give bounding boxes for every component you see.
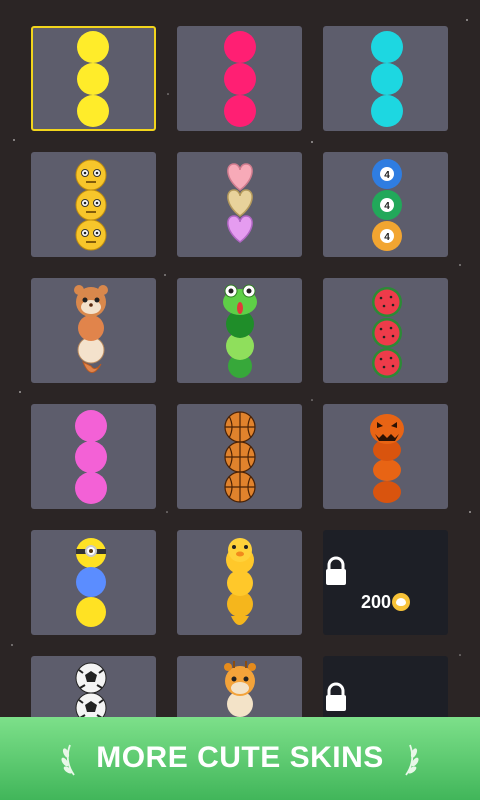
skin-card-squirrel[interactable]: [31, 278, 156, 383]
heart-snake-icon: [227, 163, 253, 243]
skin-card-emoji-faces[interactable]: [31, 152, 156, 257]
skin-card-duck[interactable]: [177, 530, 302, 635]
skin-card-locked[interactable]: 200: [323, 530, 448, 635]
skin-card-watermelon[interactable]: [323, 278, 448, 383]
skin-card-frog[interactable]: [177, 278, 302, 383]
pink-snake-icon: [224, 31, 256, 127]
skin-card-pumpkins[interactable]: [323, 404, 448, 509]
magenta-snake-icon: [75, 410, 107, 504]
skin-card-pink-balls[interactable]: [177, 26, 302, 131]
skin-price: 200: [323, 592, 448, 613]
svg-text:4: 4: [384, 201, 390, 212]
price-value: 200: [360, 592, 392, 612]
billiard-ball-snake-icon: 4 4 4: [372, 159, 402, 251]
cyan-snake-icon: [371, 31, 403, 127]
frog-snake-icon: [223, 284, 257, 378]
skin-card-cyan-balls[interactable]: [323, 26, 448, 131]
skin-card-minion[interactable]: [31, 530, 156, 635]
minion-snake-icon: [76, 538, 106, 627]
skin-card-magenta-balls[interactable]: [31, 404, 156, 509]
svg-text:4: 4: [384, 232, 390, 243]
watermelon-snake-icon: [372, 287, 402, 378]
svg-text:4: 4: [384, 170, 390, 181]
laurel-right-icon: [405, 744, 419, 776]
skin-card-basketballs[interactable]: [177, 404, 302, 509]
skin-card-hearts[interactable]: [177, 152, 302, 257]
skin-card-billiard-balls[interactable]: 4 4 4: [323, 152, 448, 257]
basketball-snake-icon: [224, 411, 256, 503]
coin-heart-icon: [392, 593, 411, 611]
squirrel-snake-icon: [74, 285, 108, 373]
skin-card-yellow-balls[interactable]: [31, 26, 156, 131]
pumpkin-snake-icon: [370, 414, 404, 503]
skin-grid: 4 4 4 200: [0, 0, 480, 800]
yellow-snake-icon: [77, 31, 109, 127]
more-skins-banner[interactable]: MORE CUTE SKINS: [0, 717, 480, 800]
duck-snake-icon: [226, 538, 254, 625]
emoji-face-snake-icon: [75, 159, 107, 251]
